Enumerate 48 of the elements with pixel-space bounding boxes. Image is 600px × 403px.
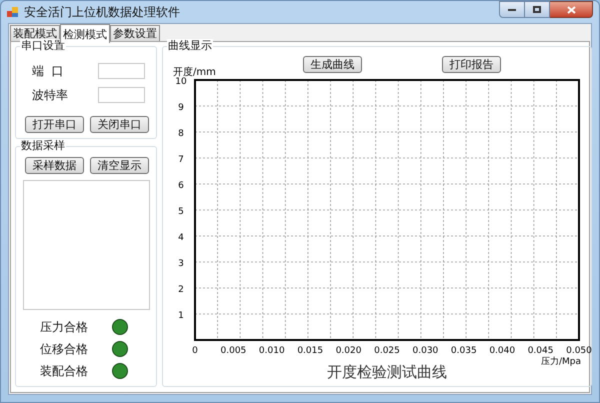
tick-label: 6	[178, 181, 184, 191]
tick-label: 9	[178, 103, 184, 113]
close-button[interactable]	[550, 1, 593, 18]
axis-title: 开度/mm	[173, 67, 216, 78]
tick-label: 3	[178, 259, 184, 269]
field-label: 波特率	[32, 87, 69, 104]
action-button[interactable]: 采样数据	[25, 157, 84, 174]
tick-label: 4	[178, 233, 184, 243]
tick-label: 7	[178, 155, 184, 165]
action-button[interactable]: 打印报告	[442, 56, 501, 73]
indicator-label: 压力合格	[40, 319, 89, 336]
chart-title: 开度检验测试曲线	[327, 363, 447, 381]
tick-label: 0	[192, 346, 198, 356]
indicator-label: 装配合格	[40, 363, 89, 380]
indicator-label: 位移合格	[40, 341, 89, 358]
maximize-button[interactable]	[525, 1, 550, 18]
tab[interactable]: 参数设置	[110, 25, 160, 41]
window-title: 安全活门上位机数据处理软件	[24, 4, 180, 20]
close-icon	[566, 6, 576, 14]
input-field[interactable]	[98, 63, 145, 79]
app-icon	[7, 6, 19, 18]
tick-label: 0.050	[566, 346, 592, 356]
tab[interactable]: 装配模式	[10, 25, 60, 41]
tick-label: 2	[178, 285, 184, 295]
tick-label: 0.030	[412, 346, 438, 356]
tick-label: 8	[178, 129, 184, 139]
tick-label: 0.045	[528, 346, 554, 356]
tick-label: 0.020	[336, 346, 362, 356]
tick-label: 0.010	[258, 346, 285, 356]
tick-label: 10	[175, 77, 187, 87]
group-title: 数据采样	[20, 139, 66, 153]
input-field[interactable]	[98, 87, 145, 103]
tick-label: 0.035	[450, 346, 477, 356]
action-button[interactable]: 生成曲线	[303, 56, 362, 73]
tick-label: 0.005	[220, 346, 246, 356]
axis-title: 压力/Mpa	[540, 357, 581, 367]
action-button[interactable]: 清空显示	[90, 157, 149, 174]
group-title: 曲线显示	[167, 39, 213, 53]
tab[interactable]: 检测模式	[60, 24, 110, 43]
tick-label: 0.015	[297, 346, 324, 356]
field-label: 端 口	[32, 63, 65, 80]
minimize-button[interactable]	[499, 1, 525, 18]
tick-label: 1	[178, 311, 184, 321]
tick-label: 0.040	[489, 346, 516, 356]
action-button[interactable]: 打开串口	[25, 116, 84, 133]
tick-label: 0.025	[374, 346, 400, 356]
action-button[interactable]: 关闭串口	[90, 116, 149, 133]
tick-label: 5	[178, 207, 184, 217]
